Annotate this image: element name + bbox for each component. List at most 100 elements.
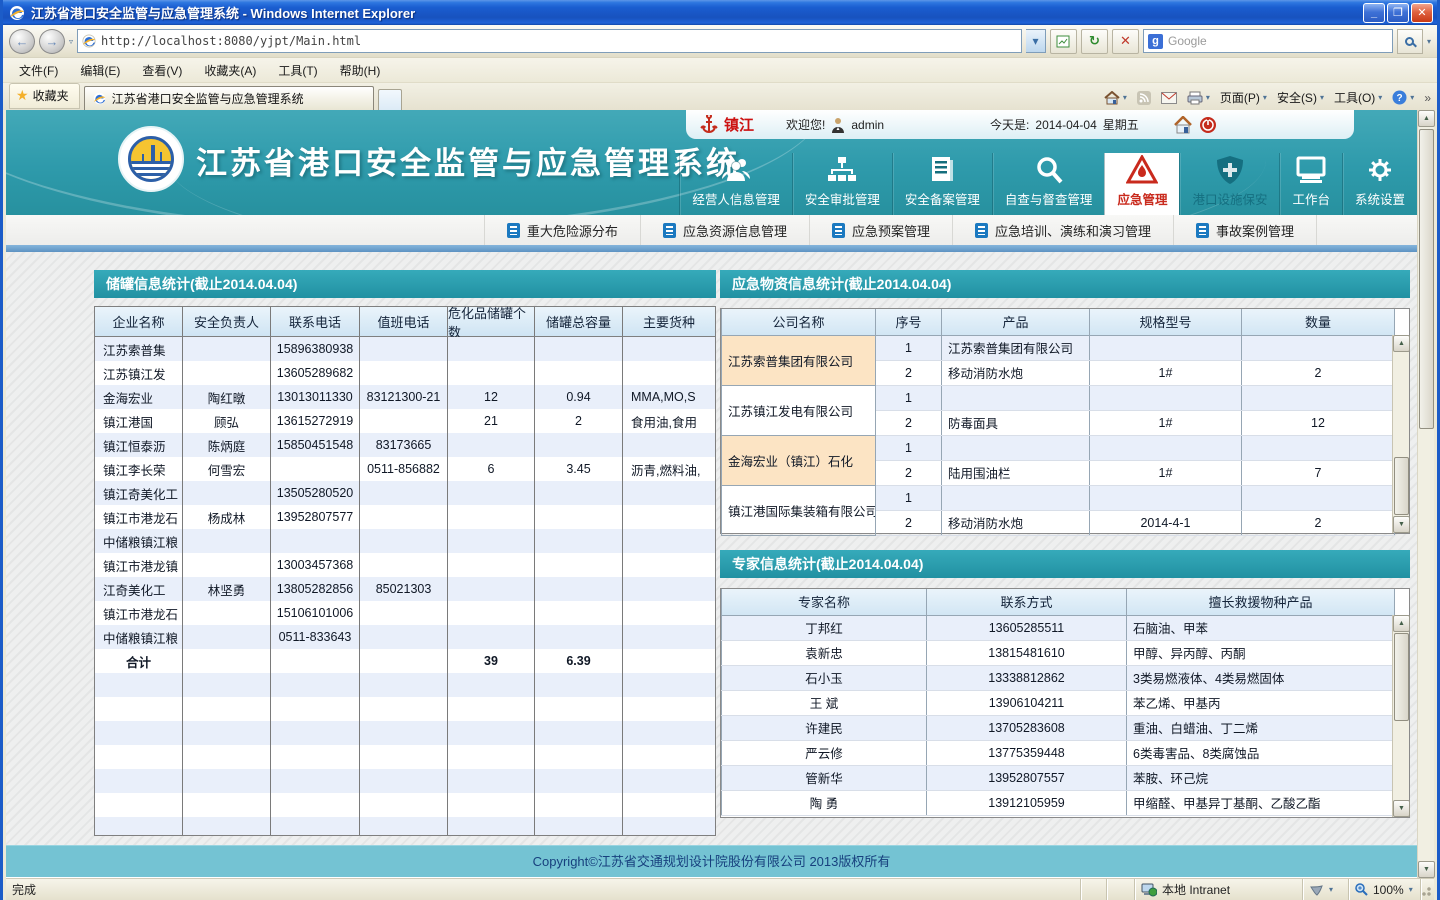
table-filler — [95, 673, 715, 835]
url-text: http://localhost:8080/yjpt/Main.html — [101, 34, 361, 48]
nav-item-4[interactable]: 应急管理 — [1104, 153, 1179, 215]
nav-item-6[interactable]: 工作台 — [1279, 153, 1342, 215]
new-tab-button[interactable] — [378, 89, 402, 110]
cell: 7 — [1242, 460, 1395, 485]
menu-item-4[interactable]: 工具(T) — [268, 59, 327, 82]
subnav-item-3[interactable]: 应急培训、演练和演习管理 — [952, 215, 1173, 245]
mail-button[interactable] — [1161, 92, 1177, 104]
cell: 3.45 — [535, 457, 623, 481]
column-header: 危化品储罐个数 — [448, 307, 535, 336]
cell — [535, 625, 623, 649]
restore-button[interactable]: ❐ — [1387, 3, 1409, 23]
scroll-up-button[interactable]: ▲ — [1393, 615, 1410, 632]
supplies-scrollbar[interactable]: ▲ ▼ — [1392, 335, 1409, 533]
tank-panel: 储罐信息统计(截止2014.04.04) 企业名称安全负责人联系电话值班电话危化… — [94, 270, 716, 836]
cell — [448, 337, 535, 361]
address-input[interactable]: http://localhost:8080/yjpt/Main.html — [77, 29, 1022, 53]
scroll-down-button[interactable]: ▼ — [1393, 800, 1410, 817]
zoom-control[interactable]: 100% ▾ — [1348, 879, 1420, 900]
favorites-button[interactable]: ★ 收藏夹 — [9, 83, 80, 109]
logout-icon[interactable] — [1199, 116, 1217, 134]
cell: 0511-833643 — [271, 625, 360, 649]
cell: 管新华 — [722, 765, 927, 790]
back-button[interactable]: ← — [9, 29, 35, 54]
home-button[interactable]: ▾ — [1104, 91, 1127, 105]
nav-item-0[interactable]: 经营人信息管理 — [679, 153, 792, 215]
experts-scrollbar[interactable]: ▲ ▼ — [1392, 615, 1409, 817]
cell: 江苏镇江发 — [95, 361, 183, 385]
cell — [448, 361, 535, 385]
cell: 移动消防水炮 — [942, 510, 1090, 535]
cell: 13775359448 — [927, 740, 1127, 765]
table-total-row: 合计396.39 — [95, 649, 715, 673]
more-commands[interactable]: » — [1424, 91, 1431, 105]
cell: 移动消防水炮 — [942, 360, 1090, 385]
nav-item-7[interactable]: 系统设置 — [1342, 153, 1417, 215]
close-button[interactable]: ✕ — [1411, 3, 1433, 23]
table-row: 丁邦红13605285511石脑油、甲苯 — [722, 615, 1395, 640]
cell: 镇江奇美化工 — [95, 481, 183, 505]
feeds-button[interactable] — [1137, 91, 1151, 105]
minimize-button[interactable]: _ — [1363, 3, 1385, 23]
search-dropdown[interactable]: ▾ — [1427, 37, 1431, 46]
stop-button[interactable]: ✕ — [1112, 29, 1139, 54]
history-dropdown[interactable]: ▿ — [69, 37, 73, 46]
scroll-down-button[interactable]: ▼ — [1418, 861, 1435, 878]
compatibility-button[interactable] — [1050, 29, 1077, 54]
address-bar: ← → ▿ http://localhost:8080/yjpt/Main.ht… — [3, 25, 1437, 58]
cell: 0511-856882 — [360, 457, 448, 481]
resize-grip[interactable] — [1420, 879, 1434, 900]
address-dropdown[interactable]: ▾ — [1026, 29, 1046, 53]
scroll-thumb[interactable] — [1394, 457, 1409, 515]
scroll-down-button[interactable]: ▼ — [1393, 516, 1410, 533]
menu-item-3[interactable]: 收藏夹(A) — [194, 59, 266, 82]
menu-item-5[interactable]: 帮助(H) — [330, 59, 391, 82]
nav-item-2[interactable]: 安全备案管理 — [892, 153, 992, 215]
subnav-item-1[interactable]: 应急资源信息管理 — [640, 215, 809, 245]
subnav-item-0[interactable]: 重大危险源分布 — [484, 215, 640, 245]
security-menu[interactable]: 安全(S)▾ — [1277, 89, 1324, 106]
menu-item-1[interactable]: 编辑(E) — [70, 59, 130, 82]
menu-item-2[interactable]: 查看(V) — [132, 59, 192, 82]
cell — [1090, 485, 1242, 510]
refresh-button[interactable]: ↻ — [1081, 29, 1108, 54]
subnav-item-label: 事故案例管理 — [1216, 221, 1294, 240]
cell — [360, 601, 448, 625]
page-header: 江苏省港口安全监管与应急管理系统 镇江 欢迎您! admin 今天是: 2014… — [6, 110, 1417, 215]
cell — [623, 625, 715, 649]
cell: 镇江港国 — [95, 409, 183, 433]
cell: 2 — [1242, 510, 1395, 535]
nav-item-3[interactable]: 自查与督查管理 — [992, 153, 1105, 215]
cell: 食用油,食用 — [623, 409, 715, 433]
cell: 13815481610 — [927, 640, 1127, 665]
scroll-thumb[interactable] — [1419, 129, 1434, 429]
search-input[interactable]: g Google — [1143, 29, 1393, 53]
tab-active[interactable]: 江苏省港口安全监管与应急管理系统 — [84, 86, 374, 110]
cell: 镇江市港龙石 — [95, 601, 183, 625]
protected-mode-button[interactable]: ▾ — [1302, 879, 1348, 900]
nav-item-1[interactable]: 安全审批管理 — [792, 153, 892, 215]
cell: 防毒面具 — [942, 410, 1090, 435]
tab-bar: ★ 收藏夹 江苏省港口安全监管与应急管理系统 ▾ ▾ 页面(P)▾ 安全(S)▾… — [3, 83, 1437, 110]
menu-item-0[interactable]: 文件(F) — [9, 59, 68, 82]
scroll-up-button[interactable]: ▲ — [1418, 110, 1435, 127]
help-menu[interactable]: ? ▾ — [1392, 90, 1414, 105]
forward-button[interactable]: → — [39, 29, 65, 54]
table-row: 中储粮镇江粮0511-833643 — [95, 625, 715, 649]
document-icon — [663, 223, 676, 238]
subnav-item-2[interactable]: 应急预案管理 — [809, 215, 952, 245]
scroll-up-button[interactable]: ▲ — [1393, 335, 1410, 352]
subnav-item-4[interactable]: 事故案例管理 — [1173, 215, 1317, 245]
table-row: 镇江恒泰沥陈炳庭1585045154883173665 — [95, 433, 715, 457]
home-shortcut-icon[interactable] — [1173, 116, 1193, 134]
search-go-button[interactable] — [1397, 29, 1423, 54]
scroll-thumb[interactable] — [1394, 633, 1409, 721]
nav-item-5[interactable]: 港口设施保安 — [1179, 153, 1279, 215]
page-scrollbar[interactable]: ▲ ▼ — [1417, 110, 1434, 878]
tools-menu[interactable]: 工具(O)▾ — [1334, 89, 1382, 106]
browser-window: 江苏省港口安全监管与应急管理系统 - Windows Internet Expl… — [0, 0, 1440, 900]
cell — [183, 529, 271, 553]
print-button[interactable]: ▾ — [1187, 91, 1210, 105]
cell — [271, 457, 360, 481]
page-menu[interactable]: 页面(P)▾ — [1220, 89, 1267, 106]
